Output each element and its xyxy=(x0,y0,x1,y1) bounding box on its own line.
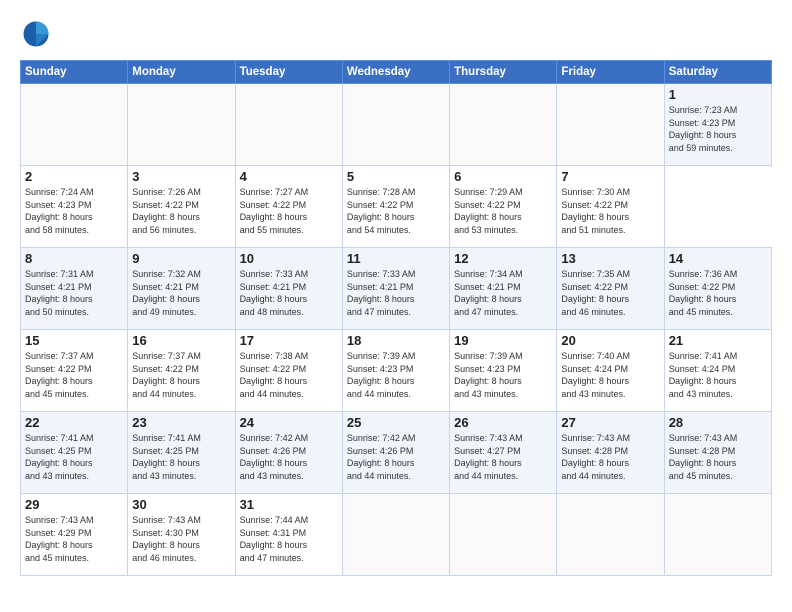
calendar-cell: 26Sunrise: 7:43 AM Sunset: 4:27 PM Dayli… xyxy=(450,412,557,494)
calendar-row: 22Sunrise: 7:41 AM Sunset: 4:25 PM Dayli… xyxy=(21,412,772,494)
logo-icon xyxy=(20,18,52,50)
calendar-row: 15Sunrise: 7:37 AM Sunset: 4:22 PM Dayli… xyxy=(21,330,772,412)
calendar-cell: 20Sunrise: 7:40 AM Sunset: 4:24 PM Dayli… xyxy=(557,330,664,412)
weekday-header: Wednesday xyxy=(342,61,449,84)
calendar-row: 29Sunrise: 7:43 AM Sunset: 4:29 PM Dayli… xyxy=(21,494,772,576)
weekday-header: Saturday xyxy=(664,61,771,84)
empty-cell xyxy=(21,84,128,166)
weekday-header: Sunday xyxy=(21,61,128,84)
calendar-table: SundayMondayTuesdayWednesdayThursdayFrid… xyxy=(20,60,772,576)
calendar-cell: 5Sunrise: 7:28 AM Sunset: 4:22 PM Daylig… xyxy=(342,166,449,248)
calendar-cell: 15Sunrise: 7:37 AM Sunset: 4:22 PM Dayli… xyxy=(21,330,128,412)
calendar-cell: 18Sunrise: 7:39 AM Sunset: 4:23 PM Dayli… xyxy=(342,330,449,412)
weekday-header: Tuesday xyxy=(235,61,342,84)
calendar-row: 1Sunrise: 7:23 AM Sunset: 4:23 PM Daylig… xyxy=(21,84,772,166)
empty-cell xyxy=(557,84,664,166)
calendar-cell: 8Sunrise: 7:31 AM Sunset: 4:21 PM Daylig… xyxy=(21,248,128,330)
calendar-cell: 1Sunrise: 7:23 AM Sunset: 4:23 PM Daylig… xyxy=(664,84,771,166)
calendar-cell: 13Sunrise: 7:35 AM Sunset: 4:22 PM Dayli… xyxy=(557,248,664,330)
calendar-cell: 6Sunrise: 7:29 AM Sunset: 4:22 PM Daylig… xyxy=(450,166,557,248)
calendar-cell: 22Sunrise: 7:41 AM Sunset: 4:25 PM Dayli… xyxy=(21,412,128,494)
calendar-row: 8Sunrise: 7:31 AM Sunset: 4:21 PM Daylig… xyxy=(21,248,772,330)
calendar-cell: 27Sunrise: 7:43 AM Sunset: 4:28 PM Dayli… xyxy=(557,412,664,494)
calendar-cell: 9Sunrise: 7:32 AM Sunset: 4:21 PM Daylig… xyxy=(128,248,235,330)
calendar-cell: 25Sunrise: 7:42 AM Sunset: 4:26 PM Dayli… xyxy=(342,412,449,494)
calendar-cell: 24Sunrise: 7:42 AM Sunset: 4:26 PM Dayli… xyxy=(235,412,342,494)
calendar-cell: 12Sunrise: 7:34 AM Sunset: 4:21 PM Dayli… xyxy=(450,248,557,330)
calendar-cell: 30Sunrise: 7:43 AM Sunset: 4:30 PM Dayli… xyxy=(128,494,235,576)
calendar-cell: 14Sunrise: 7:36 AM Sunset: 4:22 PM Dayli… xyxy=(664,248,771,330)
empty-cell xyxy=(342,84,449,166)
calendar-cell: 31Sunrise: 7:44 AM Sunset: 4:31 PM Dayli… xyxy=(235,494,342,576)
empty-cell xyxy=(450,84,557,166)
calendar-cell: 10Sunrise: 7:33 AM Sunset: 4:21 PM Dayli… xyxy=(235,248,342,330)
calendar-page: SundayMondayTuesdayWednesdayThursdayFrid… xyxy=(0,0,792,612)
calendar-cell: 2Sunrise: 7:24 AM Sunset: 4:23 PM Daylig… xyxy=(21,166,128,248)
weekday-header: Thursday xyxy=(450,61,557,84)
logo xyxy=(20,18,56,50)
calendar-cell: 29Sunrise: 7:43 AM Sunset: 4:29 PM Dayli… xyxy=(21,494,128,576)
calendar-cell: 19Sunrise: 7:39 AM Sunset: 4:23 PM Dayli… xyxy=(450,330,557,412)
weekday-header: Friday xyxy=(557,61,664,84)
calendar-cell: 11Sunrise: 7:33 AM Sunset: 4:21 PM Dayli… xyxy=(342,248,449,330)
header-row: SundayMondayTuesdayWednesdayThursdayFrid… xyxy=(21,61,772,84)
calendar-cell: 4Sunrise: 7:27 AM Sunset: 4:22 PM Daylig… xyxy=(235,166,342,248)
calendar-cell: 7Sunrise: 7:30 AM Sunset: 4:22 PM Daylig… xyxy=(557,166,664,248)
header xyxy=(20,18,772,50)
empty-cell xyxy=(235,84,342,166)
calendar-cell: 17Sunrise: 7:38 AM Sunset: 4:22 PM Dayli… xyxy=(235,330,342,412)
calendar-cell: 3Sunrise: 7:26 AM Sunset: 4:22 PM Daylig… xyxy=(128,166,235,248)
empty-cell xyxy=(664,494,771,576)
calendar-cell: 16Sunrise: 7:37 AM Sunset: 4:22 PM Dayli… xyxy=(128,330,235,412)
calendar-row: 2Sunrise: 7:24 AM Sunset: 4:23 PM Daylig… xyxy=(21,166,772,248)
calendar-cell: 21Sunrise: 7:41 AM Sunset: 4:24 PM Dayli… xyxy=(664,330,771,412)
calendar-cell: 28Sunrise: 7:43 AM Sunset: 4:28 PM Dayli… xyxy=(664,412,771,494)
empty-cell xyxy=(128,84,235,166)
empty-cell xyxy=(450,494,557,576)
empty-cell xyxy=(557,494,664,576)
weekday-header: Monday xyxy=(128,61,235,84)
empty-cell xyxy=(342,494,449,576)
calendar-cell: 23Sunrise: 7:41 AM Sunset: 4:25 PM Dayli… xyxy=(128,412,235,494)
